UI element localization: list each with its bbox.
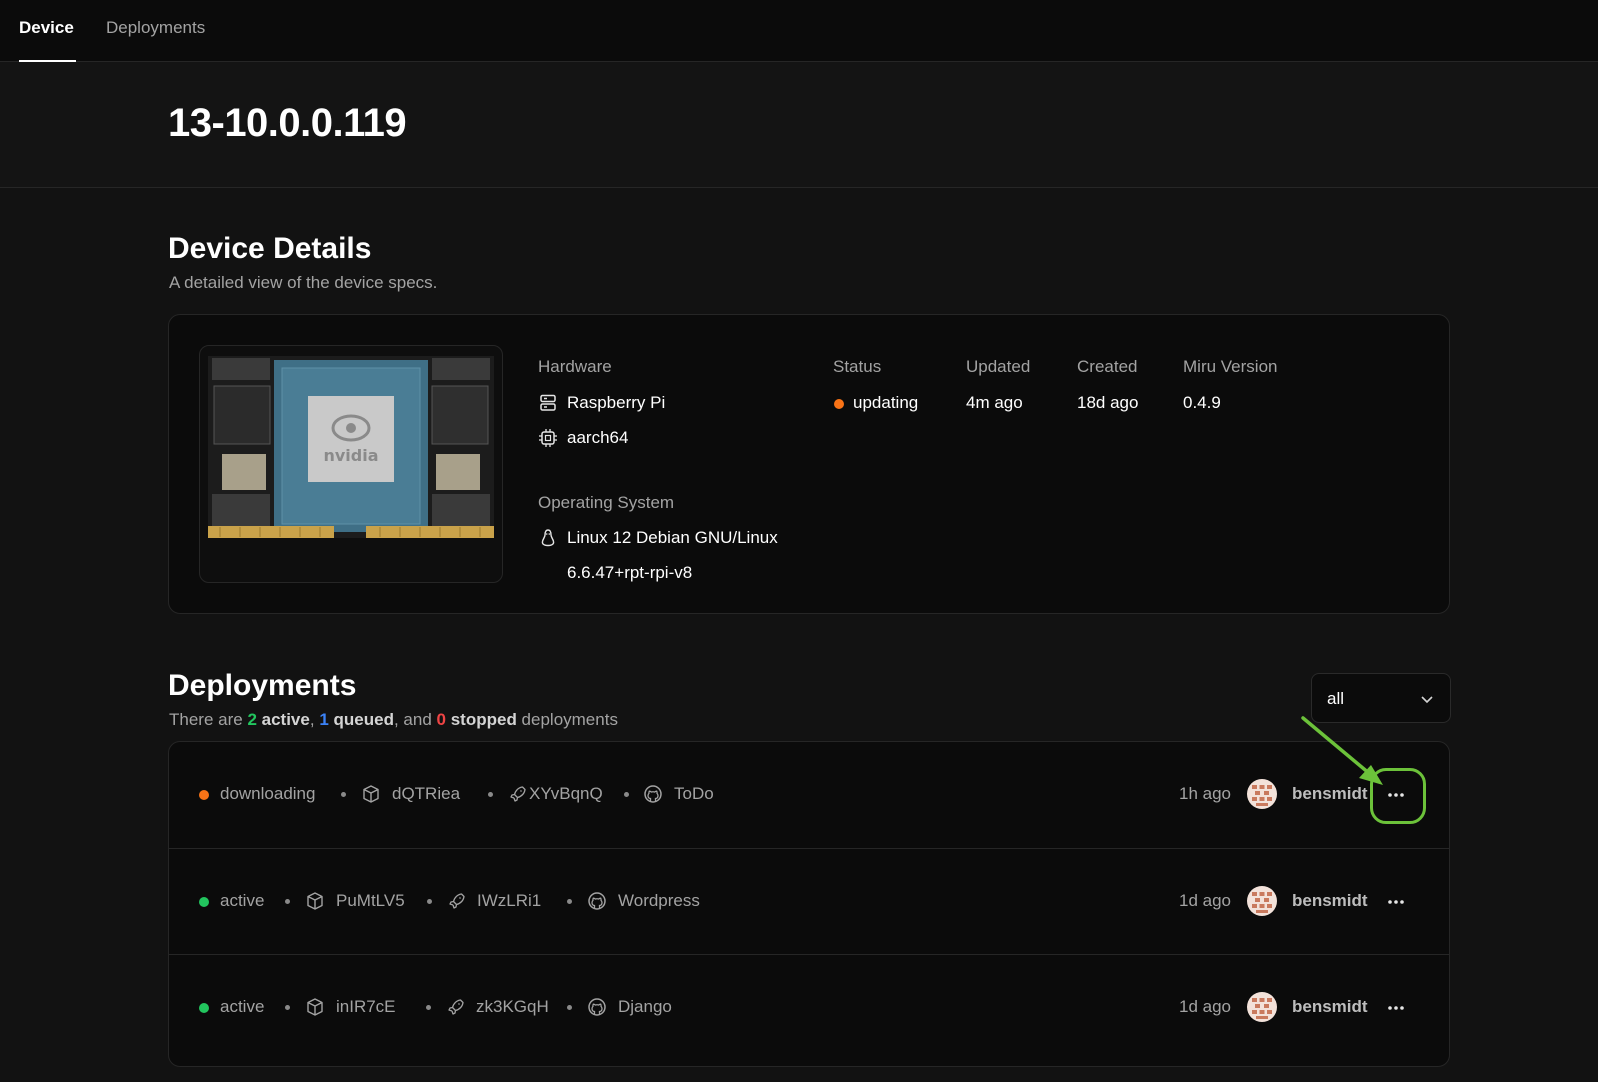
status-dot (834, 399, 844, 409)
package-icon (363, 785, 379, 803)
avatar (1247, 886, 1277, 916)
top-nav: Device Deployments (0, 0, 1598, 62)
avatar (1247, 779, 1277, 809)
annotation-highlight-box (1370, 768, 1426, 824)
summary-comma: , (309, 710, 315, 729)
active-count: 2 (247, 710, 257, 729)
deployment-status-dot (199, 790, 209, 800)
device-image: nvidia (199, 345, 503, 583)
device-details-card: nvidia Hardware Raspberry Pi aarch64 Ope… (168, 314, 1450, 614)
deployment-release-id[interactable]: zk3KGqH (476, 997, 549, 1017)
linux-icon (541, 529, 555, 547)
active-label: active (261, 710, 310, 729)
deployment-time: 1d ago (1179, 997, 1231, 1016)
separator-dot (341, 792, 346, 797)
deployment-package-id[interactable]: PuMtLV5 (336, 891, 405, 911)
deployment-package-id[interactable]: inIR7cE (336, 997, 396, 1017)
deployment-release-id[interactable]: IWzLRi1 (477, 891, 541, 911)
status-value: updating (853, 393, 919, 412)
updated-value: 4m ago (966, 393, 1023, 412)
separator-dot (426, 1005, 431, 1010)
more-options-icon[interactable] (1376, 882, 1416, 922)
device-details-title: Device Details (168, 232, 372, 265)
rocket-icon (510, 786, 526, 802)
summary-suffix: deployments (516, 710, 618, 729)
hardware-label: Hardware (538, 357, 612, 376)
summary-prefix: There are (169, 710, 248, 729)
updated-label: Updated (966, 357, 1031, 376)
device-details-subtitle: A detailed view of the device specs. (169, 273, 438, 292)
package-icon (307, 998, 323, 1016)
cpu-icon (539, 429, 557, 447)
tab-device[interactable]: Device (19, 18, 74, 38)
filter-value: all (1327, 689, 1345, 708)
deployments-list: downloading dQTRiea XYvBqnQ ToDo 1h ago … (168, 741, 1450, 1067)
separator-dot (427, 899, 432, 904)
os-name: Linux 12 Debian GNU/Linux (567, 528, 778, 547)
deployment-row[interactable]: active PuMtLV5 IWzLRi1 Wordpress 1d ago … (169, 848, 1449, 955)
deployment-repo[interactable]: Django (618, 997, 672, 1017)
os-label: Operating System (538, 493, 675, 512)
separator-dot (567, 1005, 572, 1010)
summary-and: , and (393, 710, 437, 729)
separator-dot (624, 792, 629, 797)
deployment-user: bensmidt (1292, 997, 1368, 1016)
deployment-status: active (220, 997, 265, 1016)
page-title: 13-10.0.0.119 (168, 101, 407, 145)
deployment-status: downloading (220, 784, 316, 803)
miru-version-label: Miru Version (1183, 357, 1278, 376)
separator-dot (488, 792, 493, 797)
page-header: 13-10.0.0.119 (0, 62, 1598, 188)
deployment-status-dot (199, 897, 209, 907)
hardware-model: Raspberry Pi (567, 393, 666, 412)
deployment-repo[interactable]: ToDo (674, 784, 714, 804)
rocket-icon (449, 893, 465, 909)
tab-deployments[interactable]: Deployments (106, 18, 205, 38)
deployment-time: 1h ago (1179, 784, 1231, 803)
stopped-count: 0 (436, 710, 446, 729)
package-icon (307, 892, 323, 910)
deployment-row[interactable]: active inIR7cE zk3KGqH Django 1d ago ben… (169, 954, 1449, 1061)
github-icon (644, 785, 662, 803)
nvidia-module-image: nvidia (208, 356, 494, 538)
created-label: Created (1077, 357, 1138, 376)
deployment-release-id[interactable]: XYvBqnQ (529, 784, 603, 804)
status-label: Status (833, 357, 882, 376)
separator-dot (567, 899, 572, 904)
deployment-package-id[interactable]: dQTRiea (392, 784, 460, 804)
queued-count: 1 (319, 710, 329, 729)
more-options-icon[interactable] (1376, 988, 1416, 1028)
avatar (1247, 992, 1277, 1022)
os-kernel: 6.6.47+rpt-rpi-v8 (567, 563, 693, 582)
github-icon (588, 892, 606, 910)
chevron-down-icon (1421, 696, 1433, 704)
separator-dot (285, 899, 290, 904)
deployment-repo[interactable]: Wordpress (618, 891, 700, 911)
deployment-user: bensmidt (1292, 891, 1368, 910)
separator-dot (285, 1005, 290, 1010)
deployment-status: active (220, 891, 265, 910)
stopped-label: stopped (450, 710, 517, 729)
deployment-status-dot (199, 1003, 209, 1013)
rocket-icon (448, 999, 464, 1015)
queued-label: queued (333, 710, 394, 729)
server-icon (540, 394, 556, 411)
deployment-time: 1d ago (1179, 891, 1231, 910)
deployments-title: Deployments (168, 669, 357, 702)
miru-version-value: 0.4.9 (1183, 393, 1221, 412)
deployments-summary: There are 2 active, 1 queued, and 0 stop… (169, 710, 618, 730)
nvidia-logo-text: nvidia (323, 446, 378, 465)
created-value: 18d ago (1077, 393, 1139, 412)
github-icon (588, 998, 606, 1016)
hardware-arch: aarch64 (567, 428, 629, 447)
deployment-row[interactable]: downloading dQTRiea XYvBqnQ ToDo 1h ago … (169, 742, 1449, 848)
